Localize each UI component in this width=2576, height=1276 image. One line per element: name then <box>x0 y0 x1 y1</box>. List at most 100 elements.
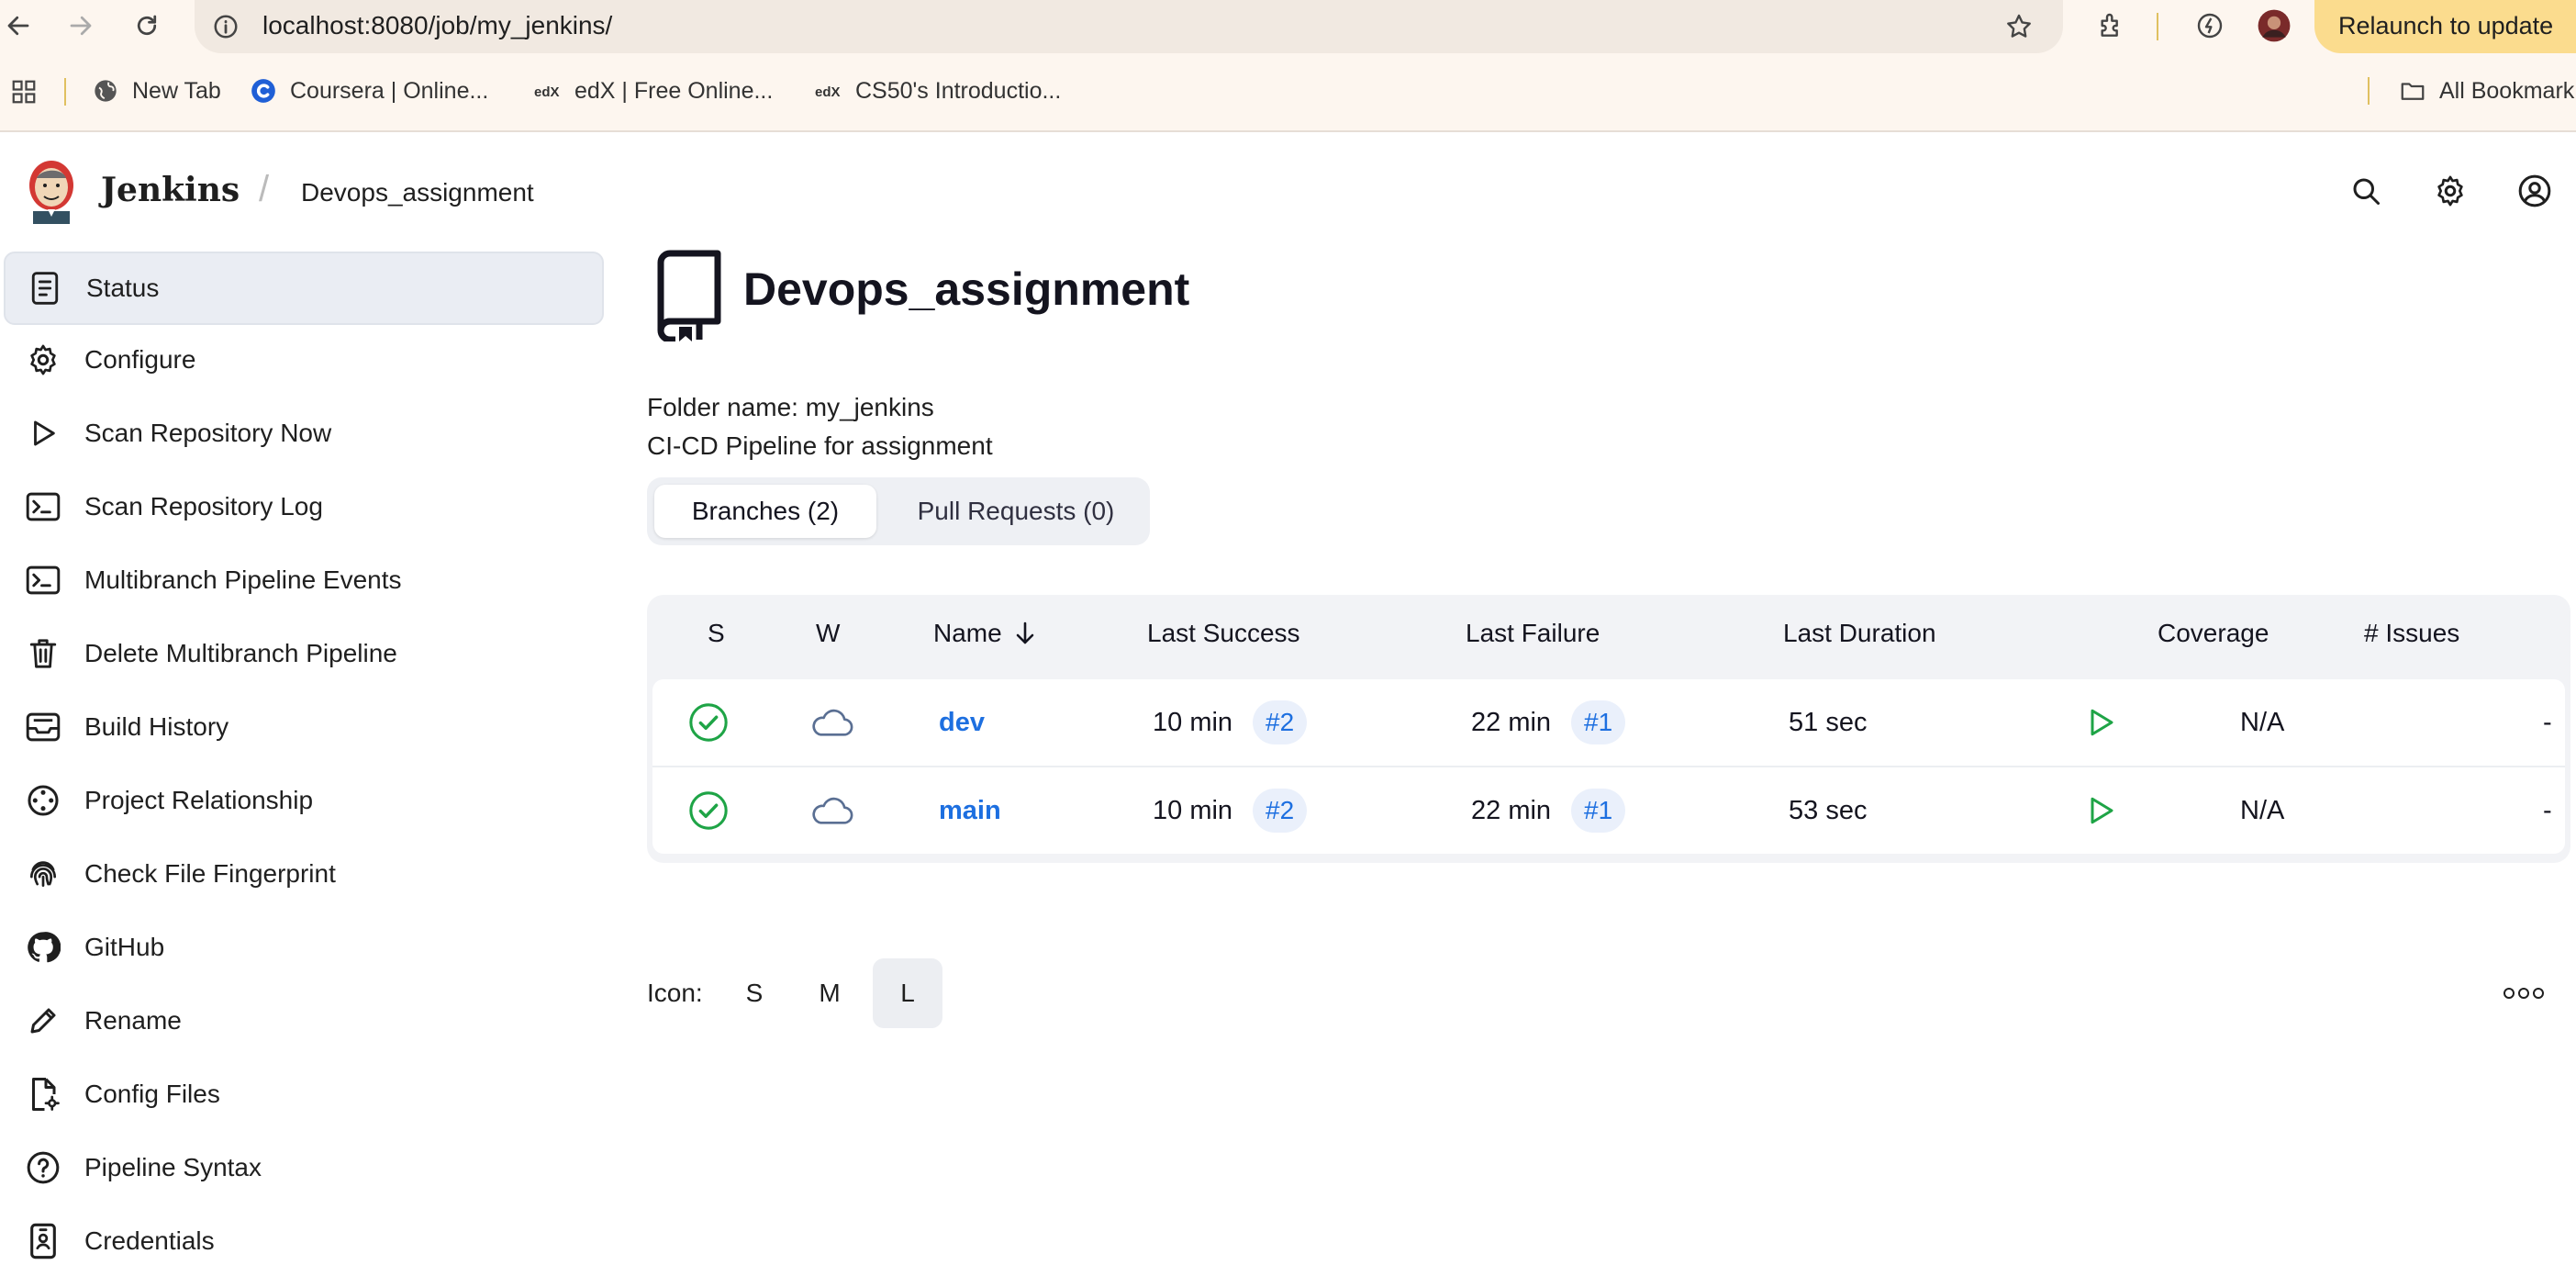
sidebar-item-label: Multibranch Pipeline Events <box>84 565 402 594</box>
folder-icon <box>2399 77 2426 105</box>
tab-branches[interactable]: Branches (2) <box>654 485 876 538</box>
column-header-last-success[interactable]: Last Success <box>1147 619 1300 648</box>
forward-icon[interactable] <box>62 7 99 44</box>
last-success-cell: 10 min #2 <box>1153 679 1308 766</box>
coverage-cell: N/A <box>2240 707 2285 737</box>
relaunch-button[interactable]: Relaunch to update <box>2314 0 2576 53</box>
globe-icon <box>92 77 119 105</box>
credentials-icon <box>22 1220 64 1262</box>
column-header-issues[interactable]: # Issues <box>2364 619 2459 648</box>
last-success-cell: 10 min #2 <box>1153 767 1308 854</box>
sidebar-item-status[interactable]: Status <box>4 252 604 325</box>
extensions-icon[interactable] <box>2092 7 2129 44</box>
sidebar-item-config-files[interactable]: Config Files <box>4 1059 600 1129</box>
sidebar-item-scan-repository-now[interactable]: Scan Repository Now <box>4 398 600 468</box>
sidebar-item-label: Credentials <box>84 1226 215 1255</box>
icon-size-small[interactable]: S <box>719 958 789 1028</box>
search-icon[interactable] <box>2346 171 2386 211</box>
coverage-cell: N/A <box>2240 795 2285 825</box>
icon-size-medium[interactable]: M <box>795 958 864 1028</box>
weather-cloudy-icon <box>808 767 854 854</box>
sidebar-item-configure[interactable]: Configure <box>4 325 600 395</box>
sidebar-item-check-file-fingerprint[interactable]: Check File Fingerprint <box>4 839 600 909</box>
inbox-icon <box>22 706 64 748</box>
bookmarks-divider <box>2368 77 2370 105</box>
sidebar-item-project-relationship[interactable]: Project Relationship <box>4 766 600 835</box>
tab-bar: Branches (2) Pull Requests (0) <box>647 477 1150 545</box>
edx-icon: edX <box>815 77 842 105</box>
edx-icon: edX <box>534 77 562 105</box>
build-badge[interactable]: #1 <box>1571 700 1626 744</box>
sidebar-item-multibranch-pipeline-events[interactable]: Multibranch Pipeline Events <box>4 545 600 615</box>
breadcrumb-separator: / <box>259 169 270 209</box>
folder-name-text: Folder name: my_jenkins <box>647 393 934 421</box>
sidebar-item-label: Scan Repository Log <box>84 492 323 520</box>
user-account-icon[interactable] <box>2515 171 2555 211</box>
build-badge[interactable]: #1 <box>1571 789 1626 833</box>
all-bookmarks-label: All Bookmark <box>2439 77 2575 104</box>
bookmark-new-tab[interactable]: New Tab <box>92 77 221 105</box>
document-icon <box>24 267 66 309</box>
back-icon[interactable] <box>0 7 37 44</box>
reload-icon[interactable] <box>128 7 165 44</box>
site-info-icon[interactable] <box>207 8 244 45</box>
manage-jenkins-gear-icon[interactable] <box>2430 171 2470 211</box>
run-build-play-icon[interactable] <box>2084 679 2117 766</box>
sidebar-item-scan-repository-log[interactable]: Scan Repository Log <box>4 472 600 542</box>
terminal-icon <box>22 559 64 601</box>
issues-cell: - <box>2543 795 2552 825</box>
sidebar-item-label: Pipeline Syntax <box>84 1153 262 1181</box>
sidebar-item-build-history[interactable]: Build History <box>4 692 600 762</box>
address-bar[interactable]: localhost:8080/job/my_jenkins/ <box>195 0 2063 53</box>
bookmark-star-icon[interactable] <box>2001 8 2037 45</box>
sidebar-item-delete-multibranch-pipeline[interactable]: Delete Multibranch Pipeline <box>4 619 600 688</box>
sidebar-item-github[interactable]: GitHub <box>4 912 600 982</box>
bookmark-edx[interactable]: edX edX | Free Online... <box>534 77 773 105</box>
table-row: main 10 min #2 22 min #1 53 sec N/A - <box>652 767 2565 854</box>
fingerprint-icon <box>22 853 64 895</box>
last-failure-time: 22 min <box>1471 707 1552 737</box>
last-failure-time: 22 min <box>1471 795 1552 825</box>
breadcrumb-item[interactable]: Devops_assignment <box>301 178 534 207</box>
column-header-name[interactable]: Name <box>933 619 1035 648</box>
performance-icon[interactable] <box>2191 7 2228 44</box>
bookmarks-divider <box>64 78 66 106</box>
apps-grid-icon[interactable] <box>6 73 42 110</box>
last-duration-cell: 51 sec <box>1789 707 1868 737</box>
icon-size-large[interactable]: L <box>873 958 942 1028</box>
success-status-icon <box>687 767 730 854</box>
column-header-weather[interactable]: W <box>816 619 840 648</box>
tab-pull-requests[interactable]: Pull Requests (0) <box>891 485 1141 538</box>
gear-icon <box>22 339 64 381</box>
sidebar-item-pipeline-syntax[interactable]: Pipeline Syntax <box>4 1133 600 1203</box>
sort-arrow-down-icon <box>1015 621 1035 645</box>
branch-link[interactable]: dev <box>939 679 985 766</box>
last-success-time: 10 min <box>1153 707 1233 737</box>
branch-link[interactable]: main <box>939 767 1001 854</box>
column-header-coverage[interactable]: Coverage <box>2158 619 2269 648</box>
sidebar-item-rename[interactable]: Rename <box>4 986 600 1056</box>
relationship-icon <box>22 779 64 822</box>
relaunch-label: Relaunch to update <box>2338 12 2554 39</box>
column-header-status[interactable]: S <box>708 619 725 648</box>
svg-text:edX: edX <box>534 84 560 100</box>
issues-cell: - <box>2543 707 2552 737</box>
build-badge[interactable]: #2 <box>1253 789 1308 833</box>
browser-toolbar: localhost:8080/job/my_jenkins/ Relaunch … <box>0 0 2576 53</box>
column-header-last-duration[interactable]: Last Duration <box>1783 619 1936 648</box>
more-options-icon[interactable] <box>2496 973 2551 1013</box>
sidebar-item-label: Configure <box>84 345 196 374</box>
jenkins-logo-icon[interactable] <box>24 158 79 224</box>
coursera-icon <box>250 77 277 105</box>
jenkins-brand[interactable]: Jenkins <box>101 171 240 209</box>
bookmark-label: New Tab <box>132 77 221 104</box>
svg-text:edX: edX <box>815 84 841 100</box>
run-build-play-icon[interactable] <box>2084 767 2117 854</box>
build-badge[interactable]: #2 <box>1253 700 1308 744</box>
all-bookmarks[interactable]: All Bookmark <box>2399 77 2574 105</box>
column-header-last-failure[interactable]: Last Failure <box>1466 619 1600 648</box>
config-file-icon <box>22 1073 64 1115</box>
bookmark-cs50[interactable]: edX CS50's Introductio... <box>815 77 1061 105</box>
bookmark-coursera[interactable]: Coursera | Online... <box>250 77 488 105</box>
profile-avatar[interactable] <box>2256 7 2292 44</box>
